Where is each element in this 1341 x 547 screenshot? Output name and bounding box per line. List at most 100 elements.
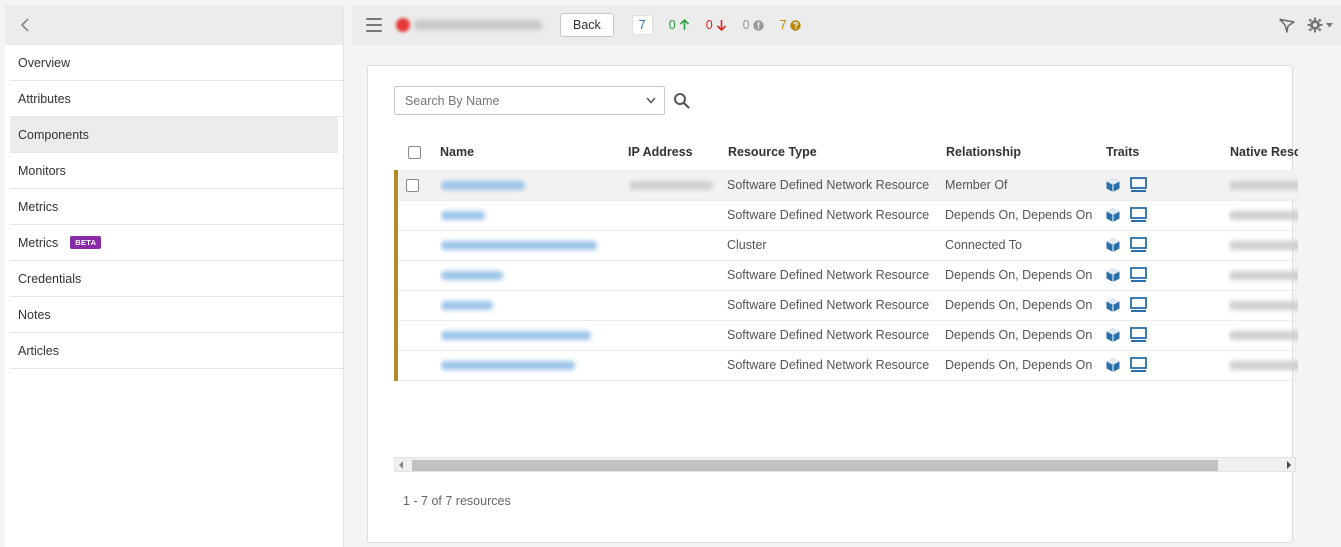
sidebar-item-credentials[interactable]: Credentials — [10, 261, 344, 297]
select-all-checkbox[interactable] — [408, 146, 421, 160]
sidebar-header — [5, 5, 343, 45]
ip-address-cell — [628, 230, 726, 261]
table-row[interactable]: Software Defined Network Resource Member… — [394, 170, 1298, 201]
sidebar-item-label: Monitors — [18, 163, 66, 178]
traits-cell — [1104, 290, 1228, 321]
caret-down-icon — [1326, 22, 1333, 27]
sidebar-item-label: Attributes — [18, 91, 71, 106]
resource-name-link-redacted[interactable] — [441, 241, 597, 251]
column-header-name[interactable]: Name — [440, 134, 628, 170]
top-bar: Back 7 0 0 0 7 — [352, 5, 1341, 45]
status-icon — [396, 18, 410, 32]
native-resource-redacted — [1229, 271, 1298, 281]
cube-icon — [1106, 177, 1120, 192]
cube-icon — [1106, 358, 1120, 372]
column-header-resource-type[interactable]: Resource Type — [726, 134, 944, 170]
sidebar-item-overview[interactable]: Overview — [10, 45, 344, 81]
sidebar: Overview Attributes Components Monitors … — [5, 5, 344, 547]
column-header-native-resource[interactable]: Native Reso — [1228, 134, 1298, 170]
ip-address-cell — [628, 350, 726, 381]
scrollbar-thumb[interactable] — [412, 460, 1218, 471]
ip-address-cell — [628, 290, 726, 321]
resource-name-link-redacted[interactable] — [441, 211, 485, 221]
row-checkbox-cell — [394, 170, 440, 201]
back-button[interactable]: Back — [560, 13, 614, 37]
table-row[interactable]: Software Defined Network Resource Depend… — [394, 260, 1298, 291]
name-cell — [440, 230, 628, 261]
cube-icon — [1106, 238, 1120, 252]
chevron-left-icon[interactable] — [17, 16, 35, 34]
table-row[interactable]: Cluster Connected To — [394, 230, 1298, 261]
table-row[interactable]: Software Defined Network Resource Depend… — [394, 200, 1298, 231]
sidebar-item-metrics[interactable]: Metrics — [10, 189, 344, 225]
row-checkbox-cell — [394, 200, 440, 231]
native-resource-cell — [1228, 170, 1298, 201]
resource-type-cell: Software Defined Network Resource — [726, 170, 944, 201]
sidebar-item-attributes[interactable]: Attributes — [10, 81, 344, 117]
traits-cell — [1104, 350, 1228, 381]
pagination-summary: 1 - 7 of 7 resources — [403, 494, 511, 508]
cube-icon — [1106, 208, 1120, 222]
monitor-icon — [1130, 237, 1147, 252]
scroll-left-arrow-icon[interactable] — [399, 461, 403, 469]
resource-name-link-redacted[interactable] — [441, 361, 575, 371]
unknown-count[interactable]: 0 — [743, 18, 764, 32]
sidebar-item-articles[interactable]: Articles — [10, 333, 344, 369]
up-count[interactable]: 0 — [669, 18, 690, 32]
column-header-traits[interactable]: Traits — [1104, 134, 1228, 170]
gear-icon — [1307, 17, 1323, 33]
monitor-icon — [1130, 327, 1147, 342]
table-row[interactable]: Software Defined Network Resource Depend… — [394, 290, 1298, 321]
ip-address-cell — [628, 320, 726, 351]
resource-name-link-redacted[interactable] — [441, 271, 503, 281]
sidebar-item-monitors[interactable]: Monitors — [10, 153, 344, 189]
name-cell — [440, 290, 628, 321]
relationship-cell: Depends On, Depends On — [944, 320, 1104, 351]
components-table: Name IP Address Resource Type Relationsh… — [394, 134, 1298, 381]
search-icon[interactable] — [673, 92, 690, 109]
sidebar-item-components[interactable]: Components — [10, 117, 338, 153]
sidebar-item-label: Articles — [18, 343, 59, 358]
native-resource-redacted — [1229, 331, 1298, 341]
total-count-badge[interactable]: 7 — [631, 15, 653, 35]
select-all-cell — [396, 134, 440, 170]
resource-name-link-redacted[interactable] — [441, 180, 525, 190]
ip-address-redacted — [629, 180, 713, 190]
search-input[interactable] — [403, 92, 623, 109]
arrow-down-icon — [716, 20, 726, 31]
traits-cell — [1104, 260, 1228, 291]
resource-title-redacted — [414, 20, 542, 30]
sidebar-item-notes[interactable]: Notes — [10, 297, 344, 333]
native-resource-redacted — [1229, 301, 1298, 311]
down-count[interactable]: 0 — [706, 18, 727, 32]
warning-count-value: 7 — [779, 18, 787, 32]
monitor-icon — [1130, 297, 1147, 312]
ip-address-cell — [628, 260, 726, 291]
warning-count[interactable]: 7 — [780, 18, 801, 32]
settings-menu[interactable] — [1307, 17, 1333, 33]
table-row[interactable]: Software Defined Network Resource Depend… — [394, 350, 1298, 381]
resource-name-link-redacted[interactable] — [441, 331, 591, 341]
table-header-row: Name IP Address Resource Type Relationsh… — [396, 134, 1298, 170]
monitor-icon — [1130, 207, 1147, 222]
cube-icon — [1106, 268, 1120, 282]
table-row[interactable]: Software Defined Network Resource Depend… — [394, 320, 1298, 351]
scroll-right-arrow-icon[interactable] — [1287, 461, 1291, 469]
sidebar-item-label: Credentials — [18, 271, 82, 286]
ip-address-cell — [628, 170, 726, 201]
hamburger-menu-icon[interactable] — [366, 18, 382, 32]
row-checkbox[interactable] — [406, 178, 419, 192]
column-header-ip-address[interactable]: IP Address — [628, 134, 726, 170]
filter-icon[interactable] — [1279, 18, 1295, 33]
chevron-down-icon[interactable] — [646, 97, 656, 104]
topbar-actions — [1279, 17, 1333, 33]
search-select[interactable] — [394, 86, 665, 115]
resource-name-link-redacted[interactable] — [441, 301, 493, 311]
name-cell — [440, 260, 628, 291]
sidebar-item-metrics-beta[interactable]: Metrics BETA — [10, 225, 344, 261]
sidebar-nav: Overview Attributes Components Monitors … — [5, 45, 344, 369]
horizontal-scrollbar[interactable] — [394, 457, 1296, 472]
native-resource-redacted — [1229, 361, 1298, 371]
traits-cell — [1104, 200, 1228, 231]
column-header-relationship[interactable]: Relationship — [944, 134, 1104, 170]
